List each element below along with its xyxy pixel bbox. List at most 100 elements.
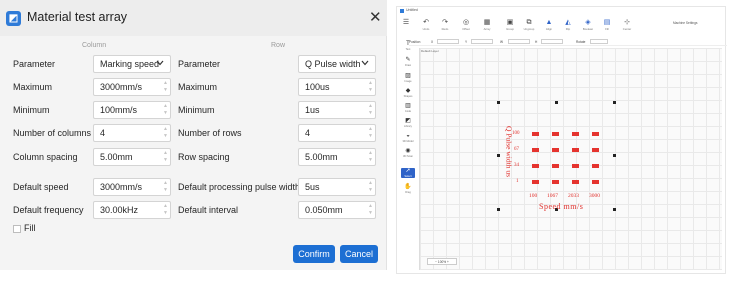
sidebar-label: Select (404, 175, 412, 178)
row-value-label: 34 (514, 163, 519, 168)
toolbar-ungroup[interactable]: ⧉ Ungroup (522, 19, 536, 31)
fill-checkbox[interactable] (13, 225, 21, 233)
selection-handle[interactable] (613, 208, 616, 211)
number-of-columns-input[interactable]: 4 ▲ ▼ (93, 124, 171, 142)
row-maximum-value: 100us (305, 82, 330, 92)
zoom-control[interactable]: − 100% + (427, 258, 457, 265)
number-of-rows-value: 4 (305, 128, 311, 138)
confirm-button[interactable]: Confirm (293, 245, 335, 263)
toolbar-flip[interactable]: ◭ Flip (561, 19, 575, 31)
row-minimum-input[interactable]: 1us ▲ ▼ (298, 101, 376, 119)
spinner-icon[interactable]: ▲ ▼ (368, 103, 373, 117)
row-parameter-label: Parameter (178, 59, 221, 69)
toolbar-array[interactable]: ▦ Array (480, 19, 494, 31)
spinner-icon[interactable]: ▲ ▼ (163, 150, 168, 164)
spinner-icon[interactable]: ▲ ▼ (368, 180, 373, 194)
spinner-icon[interactable]: ▲ ▼ (368, 80, 373, 94)
spinner-icon[interactable]: ▲ ▼ (163, 126, 168, 140)
column-minimum-input[interactable]: 100mm/s ▲ ▼ (93, 101, 171, 119)
sidebar-item-text[interactable]: T Text (401, 41, 415, 51)
row-spacing-input[interactable]: 5.00mm ▲ ▼ (298, 148, 376, 166)
spinner-icon[interactable]: ▲ ▼ (368, 126, 373, 140)
sidebar-item-drag[interactable]: ✋ Drag (401, 184, 415, 194)
default-speed-input[interactable]: 3000mm/s ▲ ▼ (93, 178, 171, 196)
number-of-columns-value: 4 (100, 128, 106, 138)
row-spacing-label: Row spacing (178, 152, 230, 162)
column-parameter-select[interactable]: Marking speed (93, 55, 171, 73)
number-of-rows-input[interactable]: 4 ▲ ▼ (298, 124, 376, 142)
sidebar-label: Shapes (403, 95, 413, 98)
sidebar-label: Image (404, 80, 412, 83)
spinner-icon[interactable]: ▲ ▼ (163, 103, 168, 117)
toolbar-align[interactable]: ▲ Align (542, 19, 556, 31)
app-title: Untitled (406, 8, 418, 12)
array-cell (592, 180, 599, 184)
w-input[interactable] (508, 39, 530, 44)
default-interval-input[interactable]: 0.050mm ▲ ▼ (298, 201, 376, 219)
boolean-icon: ◈ (585, 19, 591, 26)
default-frequency-input[interactable]: 30.00kHz ▲ ▼ (93, 201, 171, 219)
toolbar-group[interactable]: ▣ Group (503, 19, 517, 31)
x-input[interactable] (437, 39, 459, 44)
default-pulse-width-input[interactable]: 5us ▲ ▼ (298, 178, 376, 196)
zoom-level: 100% (437, 260, 447, 264)
sidebar-item-select[interactable]: ➚ Select (401, 168, 415, 178)
spinner-icon[interactable]: ▲ ▼ (163, 80, 168, 94)
offset-icon: ◎ (462, 19, 470, 26)
spinner-icon[interactable]: ▲ ▼ (368, 203, 373, 217)
sidebar-item-image[interactable]: ▨ Image (401, 73, 415, 83)
y-input[interactable] (471, 39, 493, 44)
h-input[interactable] (541, 39, 563, 44)
menu-button[interactable]: ☰ (399, 19, 413, 27)
column-spacing-input[interactable]: 5.00mm ▲ ▼ (93, 148, 171, 166)
selection-handle[interactable] (555, 101, 558, 104)
material-array-preview[interactable]: Q Pulse width us 100 67 34 1 100 1067 20… (497, 101, 621, 213)
select-icon: ➚ (405, 168, 411, 174)
y-axis-label: Q Pulse width us (504, 125, 514, 178)
array-cell (572, 132, 579, 136)
rotate-label: Rotate (576, 40, 586, 44)
sidebar-item-shapes[interactable]: ◆ Shapes (401, 88, 415, 98)
machine-settings-link[interactable]: Machine Settings (673, 21, 697, 25)
spinner-icon[interactable]: ▲ ▼ (163, 180, 168, 194)
sidebar-item-draw[interactable]: ✎ Draw (401, 57, 415, 67)
sidebar-item-library[interactable]: ◩ Library (401, 118, 415, 128)
sidebar-item-3d-model[interactable]: ◒ 3D Model (401, 133, 415, 143)
column-maximum-input[interactable]: 3000mm/s ▲ ▼ (93, 78, 171, 96)
array-cell (572, 164, 579, 168)
x-label: X (431, 40, 434, 44)
toolbar-fill[interactable]: ▤ Fill (600, 19, 614, 31)
spinner-icon[interactable]: ▲ ▼ (163, 203, 168, 217)
sidebar-item-code[interactable]: ▥ Code (401, 103, 415, 113)
scan-icon: ◉ (405, 148, 411, 154)
selection-handle[interactable] (497, 101, 500, 104)
spinner-icon[interactable]: ▲ ▼ (368, 150, 373, 164)
toolbar-center[interactable]: ⊹ Center (620, 19, 634, 31)
selection-handle[interactable] (497, 208, 500, 211)
toolbar-offset[interactable]: ◎ Offset (459, 19, 473, 31)
x-axis-label: Speed mm/s (539, 202, 584, 211)
selection-handle[interactable] (613, 154, 616, 157)
menu-icon: ☰ (402, 19, 410, 26)
cancel-button[interactable]: Cancel (340, 245, 378, 263)
toolbar-boolean[interactable]: ◈ Boolean (581, 19, 595, 31)
chevron-down-icon (361, 60, 369, 66)
selection-handle[interactable] (497, 154, 500, 157)
toolbar-undo[interactable]: ↶ Undo (419, 19, 433, 31)
sidebar-item-3d-scan[interactable]: ◉ 3D Scan (401, 148, 415, 158)
screen: ◩ Material test array ✕ Column Row Param… (0, 0, 730, 281)
zoom-in-icon[interactable]: + (447, 260, 449, 264)
zoom-out-icon[interactable]: − (435, 260, 437, 264)
row-maximum-input[interactable]: 100us ▲ ▼ (298, 78, 376, 96)
row-parameter-select[interactable]: Q Pulse width (298, 55, 376, 73)
sidebar-label: Text (405, 48, 411, 51)
array-cell (532, 132, 539, 136)
selection-handle[interactable] (613, 101, 616, 104)
toolbar-label: Center (622, 27, 632, 31)
row-minimum-label: Minimum (178, 105, 215, 115)
close-icon[interactable]: ✕ (369, 10, 382, 25)
code-icon: ▥ (405, 103, 411, 109)
row-minimum-value: 1us (305, 105, 320, 115)
toolbar-redo[interactable]: ↷ Redo (438, 19, 452, 31)
rotate-input[interactable] (590, 39, 608, 44)
